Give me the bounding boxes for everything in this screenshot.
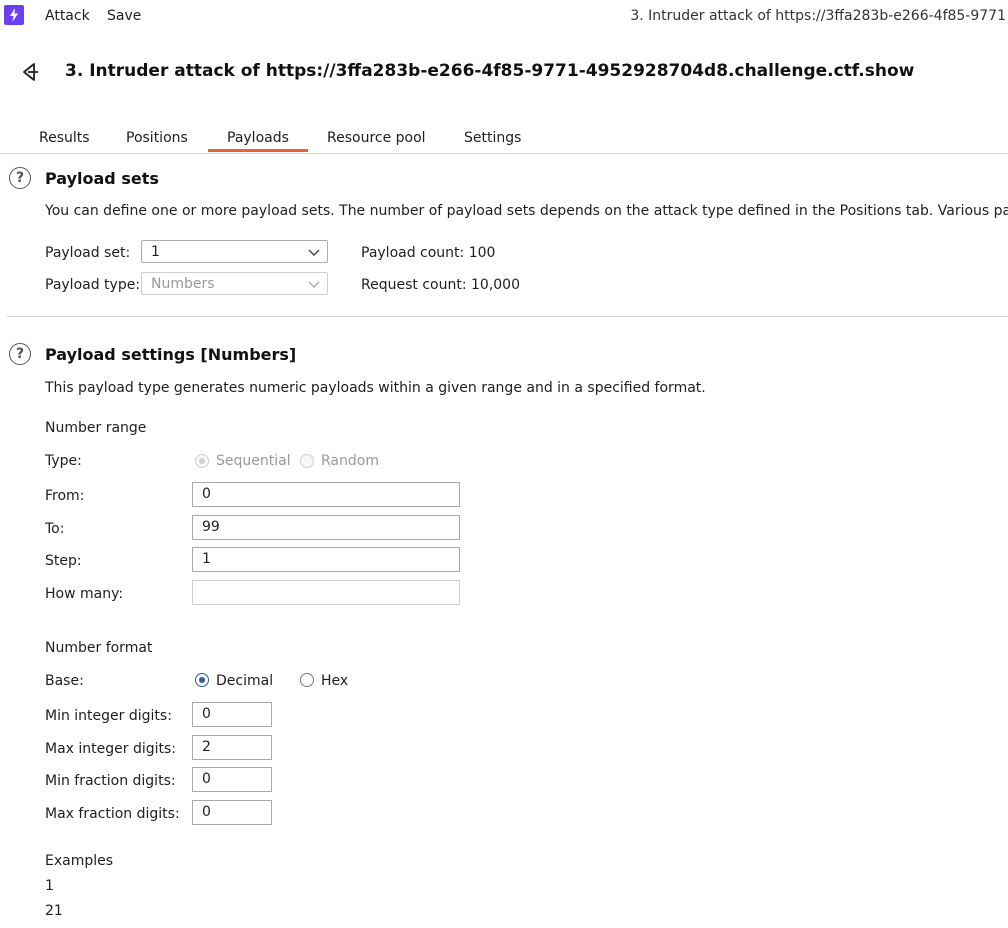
random-label: Random [321,453,379,469]
payload-set-select[interactable]: 1 [141,240,328,263]
payload-set-label: Payload set: [45,245,131,261]
max-integer-digits-label: Max integer digits: [45,741,177,757]
burp-lightning-icon [4,5,24,25]
payload-sets-description: You can define one or more payload sets.… [45,203,1008,219]
from-label: From: [45,488,85,504]
chevron-down-icon [307,245,321,259]
payload-type-label: Payload type: [45,277,141,293]
payload-set-value: 1 [151,244,160,260]
number-format-heading: Number format [45,640,153,656]
intruder-icon [20,61,42,83]
to-input[interactable]: 99 [192,515,460,540]
attack-menu[interactable]: Attack [45,8,90,24]
help-icon[interactable]: ? [9,343,31,365]
min-integer-digits-value: 0 [202,706,211,722]
request-count-label: Request count: [361,277,467,293]
step-label: Step: [45,553,82,569]
decimal-label: Decimal [216,673,274,689]
payload-count: Payload count: 100 [361,245,495,261]
example-item: 1 [45,878,54,894]
sequential-radio[interactable] [195,454,209,468]
payload-settings-description: This payload type generates numeric payl… [45,380,706,396]
payload-count-value: 100 [468,245,496,261]
payload-count-label: Payload count: [361,245,465,261]
payload-type-value: Numbers [151,276,215,292]
help-icon[interactable]: ? [9,167,31,189]
payload-type-select[interactable]: Numbers [141,272,328,295]
tab-positions[interactable]: Positions [126,130,188,146]
active-tab-indicator [208,149,308,152]
step-input[interactable]: 1 [192,547,460,572]
base-label: Base: [45,673,84,689]
page-title: 3. Intruder attack of https://3ffa283b-e… [65,61,915,81]
payload-settings-title: Payload settings [Numbers] [45,345,297,364]
tab-settings[interactable]: Settings [464,130,521,146]
request-count-value: 10,000 [471,277,520,293]
max-integer-digits-value: 2 [202,739,211,755]
tab-resource-pool[interactable]: Resource pool [327,130,426,146]
step-value: 1 [202,551,211,567]
examples-heading: Examples [45,853,114,869]
to-value: 99 [202,519,220,535]
decimal-radio[interactable] [195,673,209,687]
chevron-down-icon [307,277,321,291]
save-menu[interactable]: Save [107,8,141,24]
from-input[interactable]: 0 [192,482,460,507]
random-radio[interactable] [300,454,314,468]
window-title: 3. Intruder attack of https://3ffa283b-e… [630,8,1006,24]
sequential-label: Sequential [216,453,291,469]
from-value: 0 [202,486,211,502]
section-divider [7,316,1008,317]
min-integer-digits-input[interactable]: 0 [192,702,272,727]
max-fraction-digits-input[interactable]: 0 [192,800,272,825]
tab-results[interactable]: Results [39,130,90,146]
request-count: Request count: 10,000 [361,277,520,293]
tab-payloads[interactable]: Payloads [227,130,289,146]
max-fraction-digits-value: 0 [202,804,211,820]
max-fraction-digits-label: Max fraction digits: [45,806,180,822]
example-item: 21 [45,903,63,919]
payload-sets-title: Payload sets [45,169,159,188]
min-integer-digits-label: Min integer digits: [45,708,172,724]
how-many-input[interactable] [192,580,460,605]
to-label: To: [45,521,65,537]
number-range-heading: Number range [45,420,147,436]
hex-radio[interactable] [300,673,314,687]
min-fraction-digits-label: Min fraction digits: [45,773,176,789]
min-fraction-digits-input[interactable]: 0 [192,767,272,792]
min-fraction-digits-value: 0 [202,771,211,787]
tab-bar: Results Positions Payloads Resource pool… [0,126,1008,154]
hex-label: Hex [321,673,349,689]
range-type-label: Type: [45,453,82,469]
menu-bar: Attack Save 3. Intruder attack of https:… [0,0,1008,34]
how-many-label: How many: [45,586,124,602]
max-integer-digits-input[interactable]: 2 [192,735,272,760]
